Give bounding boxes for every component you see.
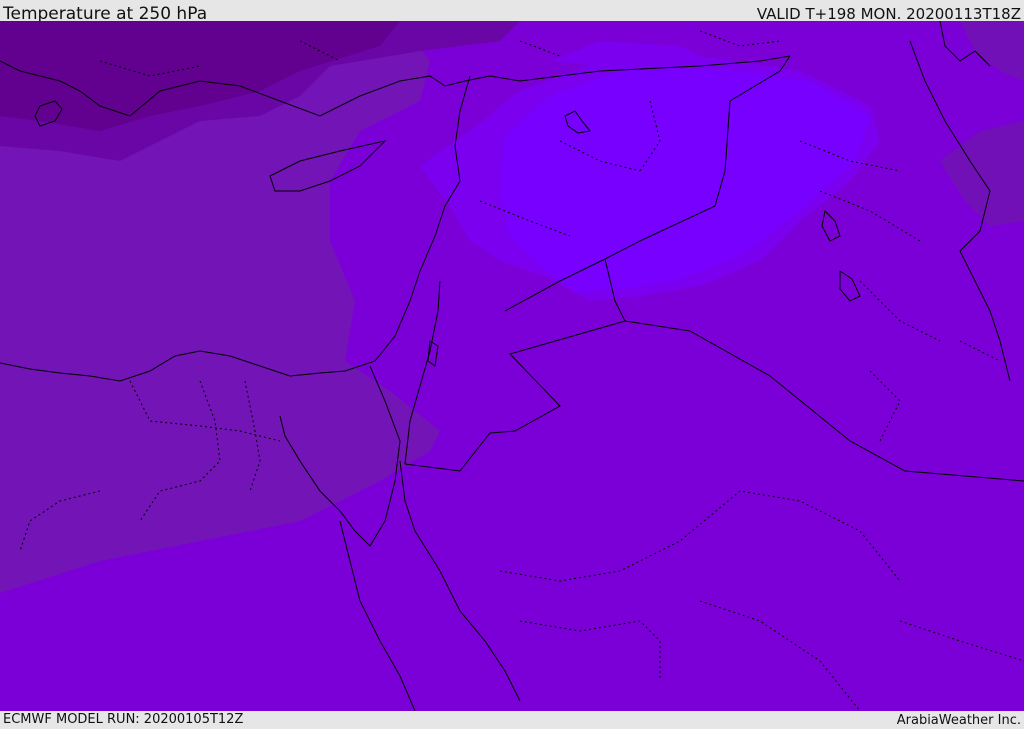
model-run-label: ECMWF MODEL RUN: 20200105T12Z (3, 712, 244, 727)
temperature-map[interactable] (0, 21, 1024, 711)
credit-label: ArabiaWeather Inc. (896, 713, 1021, 728)
